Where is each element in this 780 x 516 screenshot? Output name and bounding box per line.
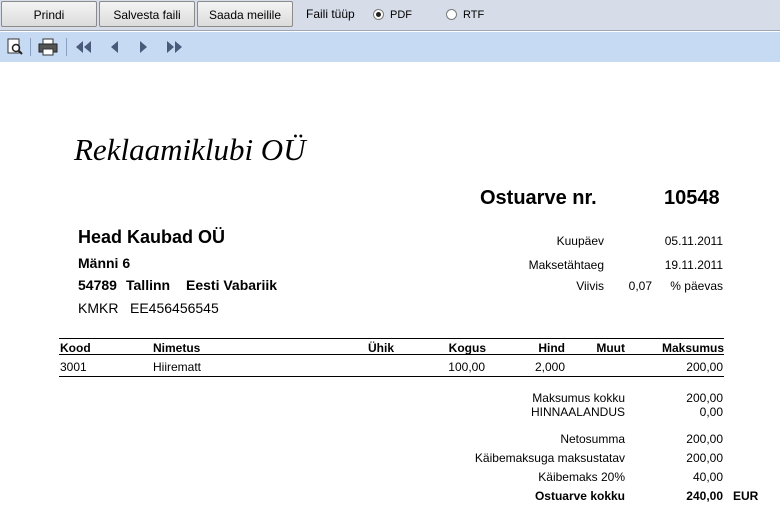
date-value: 05.11.2011 xyxy=(664,234,723,248)
previous-page-icon[interactable] xyxy=(108,38,120,56)
row-code: 3001 xyxy=(60,360,87,374)
penalty-value: 0,07 xyxy=(628,279,652,293)
page-preview-icon[interactable] xyxy=(6,38,24,56)
discount-value: 0,00 xyxy=(699,405,723,419)
printer-icon[interactable] xyxy=(38,38,58,56)
sum-label: Maksumus kokku xyxy=(532,391,625,405)
row-amount: 200,00 xyxy=(686,360,723,374)
date-label: Kuupäev xyxy=(556,234,604,248)
rtf-radio[interactable] xyxy=(446,9,457,20)
penalty-label: Viivis xyxy=(576,279,604,293)
vat-label: Käibemaks 20% xyxy=(538,470,625,484)
due-date-label: Maksetähtaeg xyxy=(528,258,604,272)
discount-label: HINNAALANDUS xyxy=(530,405,625,419)
buyer-country: Eesti Vabariik xyxy=(186,277,278,293)
buyer-zip: 54789 xyxy=(78,277,117,293)
taxable-label: Käibemaksuga maksustatav xyxy=(474,451,625,465)
col-unit: Ühik xyxy=(368,341,395,355)
buyer-street: Männi 6 xyxy=(78,255,131,271)
invoice-title: Ostuarve nr. xyxy=(480,187,597,209)
first-page-icon[interactable] xyxy=(74,38,94,56)
file-type-label: Faili tüüp xyxy=(306,7,355,21)
due-date-value: 19.11.2011 xyxy=(664,258,723,272)
action-bar: Prindi Salvesta faili Saada meilile Fail… xyxy=(0,0,780,31)
viewer-toolbar xyxy=(0,32,780,62)
rtf-radio-label[interactable]: RTF xyxy=(463,9,484,21)
col-code: Kood xyxy=(60,341,91,355)
buyer-city: Tallinn xyxy=(126,277,171,293)
row-qty: 100,00 xyxy=(448,360,485,374)
save-to-file-button[interactable]: Salvesta faili xyxy=(99,1,195,27)
row-price: 2,000 xyxy=(534,360,565,374)
last-page-icon[interactable] xyxy=(164,38,184,56)
col-amount: Maksumus xyxy=(661,341,724,355)
total-value: 240,00 xyxy=(686,489,723,503)
kmkr-value: EE456456545 xyxy=(130,300,219,316)
total-currency: EUR xyxy=(733,489,759,503)
seller-name: Reklaamiklubi OÜ xyxy=(74,132,306,167)
table-top-rule xyxy=(59,338,724,339)
net-label: Netosumma xyxy=(560,432,625,446)
table-bottom-rule xyxy=(59,376,724,377)
kmkr-label: KMKR xyxy=(78,300,119,316)
invoice-page: Reklaamiklubi OÜ Ostuarve nr. 10548 Head… xyxy=(0,62,780,516)
penalty-unit: % päevas xyxy=(670,279,723,293)
col-other: Muut xyxy=(596,341,625,355)
toolbar-separator xyxy=(66,38,67,56)
col-qty: Kogus xyxy=(448,341,486,355)
invoice-number: 10548 xyxy=(664,187,720,209)
buyer-name: Head Kaubad OÜ xyxy=(78,227,226,247)
net-value: 200,00 xyxy=(686,432,723,446)
header-rule xyxy=(59,354,724,355)
print-button[interactable]: Prindi xyxy=(1,1,97,27)
row-name: Hiirematt xyxy=(153,360,202,374)
col-price: Hind xyxy=(538,341,565,355)
total-label: Ostuarve kokku xyxy=(534,489,625,503)
toolbar-separator xyxy=(30,38,31,56)
pdf-radio[interactable] xyxy=(373,9,384,20)
next-page-icon[interactable] xyxy=(138,38,150,56)
col-name: Nimetus xyxy=(153,341,201,355)
sum-value: 200,00 xyxy=(686,391,723,405)
taxable-value: 200,00 xyxy=(686,451,723,465)
vat-value: 40,00 xyxy=(692,470,723,484)
send-email-button[interactable]: Saada meilile xyxy=(197,1,293,27)
pdf-radio-label[interactable]: PDF xyxy=(390,9,412,21)
